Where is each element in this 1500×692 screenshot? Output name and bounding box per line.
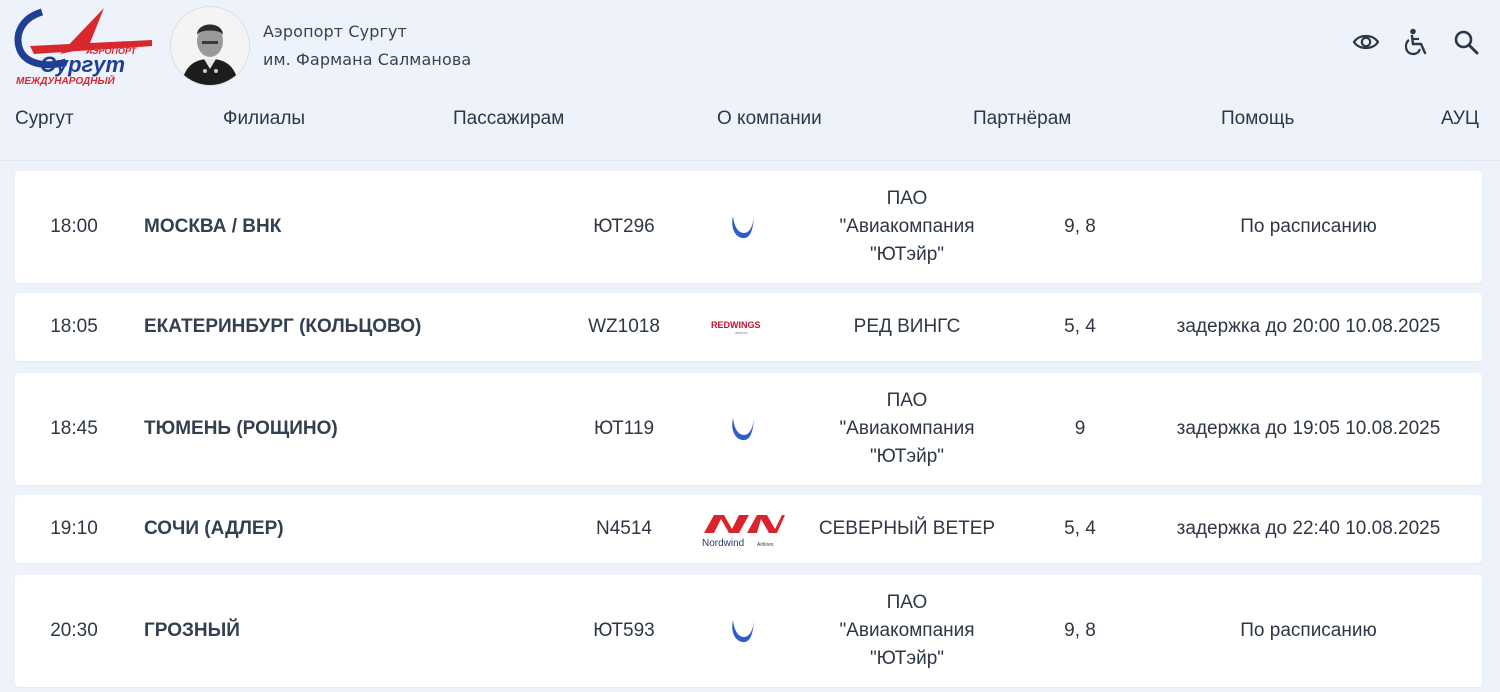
flight-status: задержка до 19:05 10.08.2025 xyxy=(1176,418,1441,439)
nav-item-passengers[interactable]: Пассажирам xyxy=(453,108,564,130)
flight-time: 19:10 xyxy=(50,518,98,539)
search-icon[interactable] xyxy=(1450,26,1482,58)
eye-icon[interactable] xyxy=(1350,26,1382,58)
flight-row[interactable]: 18:00 МОСКВА / ВНК ЮТ296 ПАО "Авиакомпан… xyxy=(15,171,1482,283)
nav-item-auc[interactable]: АУЦ xyxy=(1441,108,1479,130)
flight-number: N4514 xyxy=(596,518,652,539)
red-wings-logo: REDWINGS airlines xyxy=(695,293,791,361)
utair-logo xyxy=(695,575,791,687)
flight-row[interactable]: 18:05 ЕКАТЕРИНБУРГ (КОЛЬЦОВО) WZ1018 RED… xyxy=(15,293,1482,361)
flight-row[interactable]: 18:45 ТЮМЕНЬ (РОЩИНО) ЮТ119 ПАО "Авиаком… xyxy=(15,373,1482,485)
nav-item-about[interactable]: О компании xyxy=(717,108,822,130)
nav-item-partners[interactable]: Партнёрам xyxy=(973,108,1071,130)
flight-status: По расписанию xyxy=(1240,216,1377,237)
flight-time: 18:05 xyxy=(50,316,98,337)
flight-number: ЮТ119 xyxy=(593,418,655,439)
flight-status: По расписанию xyxy=(1240,620,1377,641)
nav-item-help[interactable]: Помощь xyxy=(1221,108,1294,130)
logo-text-bottom: МЕЖДУНАРОДНЫЙ xyxy=(16,74,115,86)
airport-name-line1: Аэропорт Сургут xyxy=(263,22,407,41)
airline-name-line: "Авиакомпания xyxy=(839,418,975,439)
airline-name: СЕВЕРНЫЙ ВЕТЕР xyxy=(818,518,996,539)
airport-name: Аэропорт Сургут им. Фармана Салманова xyxy=(263,18,471,74)
flight-gates: 5, 4 xyxy=(1064,316,1096,337)
airline-name-line: "Авиакомпания xyxy=(839,620,975,641)
main-nav: Сургут Филиалы Пассажирам О компании Пар… xyxy=(0,108,1500,144)
airline-name-line: ПАО xyxy=(886,188,928,209)
flight-destination: МОСКВА / ВНК xyxy=(144,216,282,237)
airport-name-line2: им. Фармана Салманова xyxy=(263,50,472,69)
airline-name-line: "ЮТэйр" xyxy=(869,648,945,669)
svg-text:airlines: airlines xyxy=(735,330,748,335)
flight-gates: 9, 8 xyxy=(1064,216,1096,237)
airline-name: ПАО "Авиакомпания "ЮТэйр" xyxy=(807,171,1007,283)
flight-destination: ТЮМЕНЬ (РОЩИНО) xyxy=(144,418,338,439)
logo-text-main: Сургут xyxy=(40,52,125,77)
flight-destination: ЕКАТЕРИНБУРГ (КОЛЬЦОВО) xyxy=(144,316,422,337)
flight-row[interactable]: 20:30 ГРОЗНЫЙ ЮТ593 ПАО "Авиакомпания "Ю… xyxy=(15,575,1482,687)
airline-name: РЕД ВИНГС xyxy=(853,316,961,337)
flight-destination: ГРОЗНЫЙ xyxy=(144,620,240,641)
airline-name-line: "ЮТэйр" xyxy=(869,446,945,467)
utair-logo xyxy=(695,171,791,283)
farman-salmanov-portrait xyxy=(170,6,250,86)
airline-name-line: "ЮТэйр" xyxy=(869,244,945,265)
svg-text:Nordwind: Nordwind xyxy=(702,538,744,549)
flight-gates: 9, 8 xyxy=(1064,620,1096,641)
nav-item-branches[interactable]: Филиалы xyxy=(223,108,305,130)
airline-name-line: ПАО xyxy=(886,390,928,411)
flight-time: 18:00 xyxy=(50,216,98,237)
flight-row[interactable]: 19:10 СОЧИ (АДЛЕР) N4514 Nordwind Airlin… xyxy=(15,495,1482,563)
nordwind-logo: Nordwind Airlines xyxy=(695,495,791,563)
flight-time: 20:30 xyxy=(50,620,98,641)
flight-status: задержка до 20:00 10.08.2025 xyxy=(1176,316,1441,337)
accessibility-icon[interactable] xyxy=(1400,26,1432,58)
airport-logo[interactable]: АЭРОПОРТ Сургут МЕЖДУНАРОДНЫЙ xyxy=(12,4,158,87)
flight-gates: 9 xyxy=(1074,418,1086,439)
airline-name: ПАО "Авиакомпания "ЮТэйр" xyxy=(807,373,1007,485)
flight-number: ЮТ296 xyxy=(593,216,655,237)
flight-destination: СОЧИ (АДЛЕР) xyxy=(144,518,284,539)
site-header: АЭРОПОРТ Сургут МЕЖДУНАРОДНЫЙ Аэропорт С… xyxy=(0,0,1500,161)
svg-text:Airlines: Airlines xyxy=(757,542,774,548)
airline-name-line: ПАО xyxy=(886,592,928,613)
utair-logo xyxy=(695,373,791,485)
airline-name-line: "Авиакомпания xyxy=(839,216,975,237)
airline-name: ПАО "Авиакомпания "ЮТэйр" xyxy=(807,575,1007,687)
svg-text:REDWINGS: REDWINGS xyxy=(711,320,761,330)
flight-gates: 5, 4 xyxy=(1064,518,1096,539)
flight-number: WZ1018 xyxy=(588,316,660,337)
flight-time: 18:45 xyxy=(50,418,98,439)
flight-status: задержка до 22:40 10.08.2025 xyxy=(1176,518,1441,539)
flight-number: ЮТ593 xyxy=(593,620,655,641)
header-tools xyxy=(1350,26,1482,58)
nav-item-surgut[interactable]: Сургут xyxy=(15,108,74,130)
